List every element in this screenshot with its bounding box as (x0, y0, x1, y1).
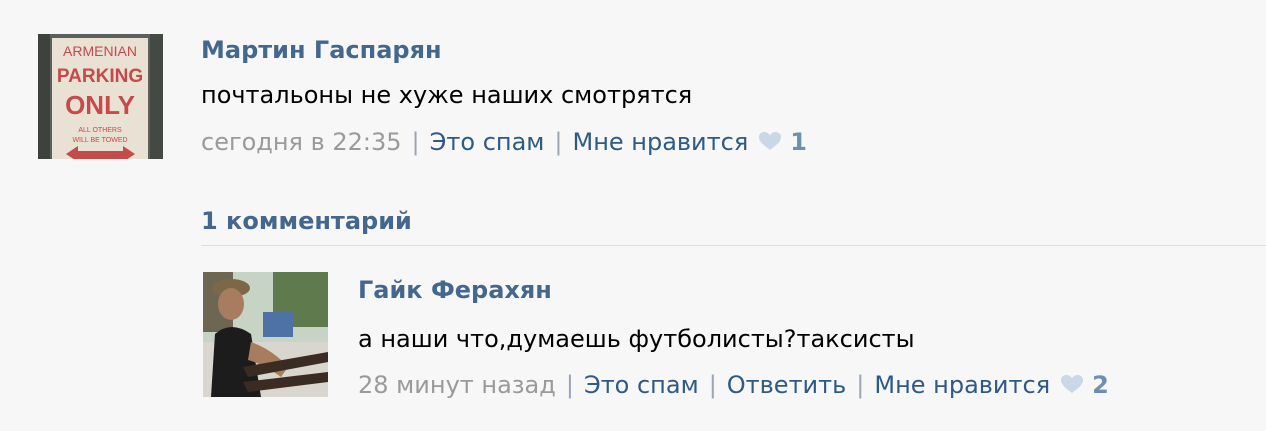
reply-meta: 28 минут назад | Это спам | Ответить | Мне нра… (358, 371, 1109, 399)
post-like-button[interactable]: Мне нравится (572, 128, 748, 156)
separator: | (708, 371, 717, 399)
heart-icon[interactable] (758, 129, 782, 150)
reply-author-avatar[interactable] (203, 272, 328, 397)
post-author-name[interactable]: Мартин Гаспарян (201, 36, 442, 64)
post-time[interactable]: сегодня в 22:35 (201, 128, 402, 156)
sign-line-4: ALL OTHERS (78, 127, 122, 134)
sign-line-5: WILL BE TOWED (72, 137, 127, 144)
reply-spam-link[interactable]: Это спам (584, 371, 699, 399)
separator: | (411, 128, 420, 156)
post-meta: сегодня в 22:35 | Это спам | Мне нравится 1 (201, 128, 807, 156)
reply-author-name[interactable]: Гайк Ферахян (358, 276, 552, 304)
separator: | (856, 371, 865, 399)
sign-line-3: ONLY (65, 90, 135, 120)
post-spam-link[interactable]: Это спам (430, 128, 545, 156)
separator: | (565, 371, 574, 399)
reply-like-button[interactable]: Мне нравится (874, 371, 1050, 399)
divider (201, 245, 1266, 246)
post: ARMENIAN PARKING ONLY ALL OTHERS WILL BE… (0, 0, 1266, 431)
sign-line-2: PARKING (57, 66, 143, 87)
reply-answer-link[interactable]: Ответить (727, 371, 846, 399)
post-text: почтальоны не хуже наших смотрятся (201, 81, 693, 109)
reply-like-count[interactable]: 2 (1092, 371, 1109, 399)
heart-icon[interactable] (1060, 372, 1084, 393)
reply-text: а наши что,думаешь футболисты?таксисты (358, 325, 915, 353)
man-photo-image (203, 272, 328, 397)
separator: | (554, 128, 563, 156)
parking-sign-image: ARMENIAN PARKING ONLY ALL OTHERS WILL BE… (38, 34, 163, 159)
comments-count-link[interactable]: 1 комментарий (201, 207, 412, 235)
sign-line-1: ARMENIAN (63, 43, 137, 59)
post-like-count[interactable]: 1 (790, 128, 807, 156)
reply-time[interactable]: 28 минут назад (358, 371, 556, 399)
post-author-avatar[interactable]: ARMENIAN PARKING ONLY ALL OTHERS WILL BE… (38, 34, 163, 159)
